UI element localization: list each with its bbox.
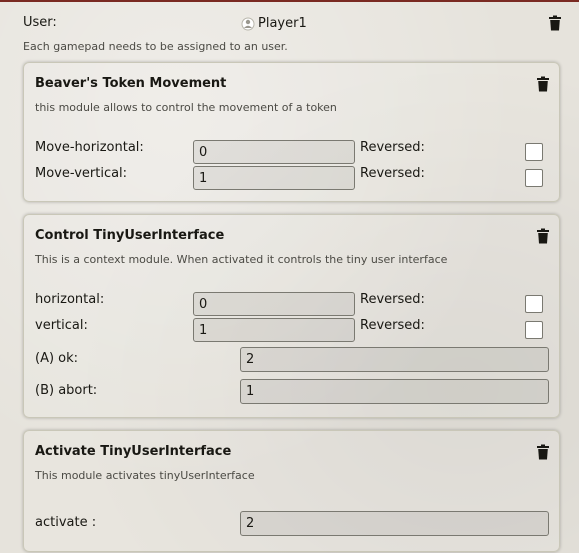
module-description: This module activates tinyUserInterface <box>35 469 255 482</box>
button-input[interactable]: 2 <box>240 347 549 372</box>
reversed-label: Reversed: <box>360 166 425 181</box>
reversed-checkbox[interactable] <box>525 321 543 339</box>
axis-label: Move-vertical: <box>35 166 128 181</box>
button-label: (A) ok: <box>35 351 79 366</box>
module-title: Beaver's Token Movement <box>35 76 227 91</box>
trash-icon[interactable] <box>536 76 550 92</box>
axis-input[interactable]: 0 <box>193 140 355 164</box>
axis-label: vertical: <box>35 318 88 333</box>
module-description: This is a context module. When activated… <box>35 253 448 266</box>
axis-label: horizontal: <box>35 292 105 307</box>
axis-input[interactable]: 1 <box>193 166 355 190</box>
button-input[interactable]: 1 <box>240 379 549 404</box>
module-title: Activate TinyUserInterface <box>35 444 232 459</box>
axis-input[interactable]: 0 <box>193 292 355 316</box>
axis-label: Move-horizontal: <box>35 140 144 155</box>
reversed-label: Reversed: <box>360 292 425 307</box>
button-label: activate : <box>35 515 97 530</box>
reversed-checkbox[interactable] <box>525 143 543 161</box>
trash-icon[interactable] <box>548 15 562 31</box>
reversed-checkbox[interactable] <box>525 169 543 187</box>
user-select[interactable]: Player1 <box>258 16 307 31</box>
button-label: (B) abort: <box>35 383 98 398</box>
axis-input[interactable]: 1 <box>193 318 355 342</box>
user-note: Each gamepad needs to be assigned to an … <box>23 40 288 53</box>
trash-icon[interactable] <box>536 444 550 460</box>
reversed-label: Reversed: <box>360 140 425 155</box>
top-border <box>0 0 579 2</box>
user-icon <box>241 17 255 31</box>
module-title: Control TinyUserInterface <box>35 228 225 243</box>
button-input[interactable]: 2 <box>240 511 549 536</box>
reversed-checkbox[interactable] <box>525 295 543 313</box>
user-label: User: <box>23 15 57 30</box>
trash-icon[interactable] <box>536 228 550 244</box>
module-description: this module allows to control the moveme… <box>35 101 337 114</box>
reversed-label: Reversed: <box>360 318 425 333</box>
